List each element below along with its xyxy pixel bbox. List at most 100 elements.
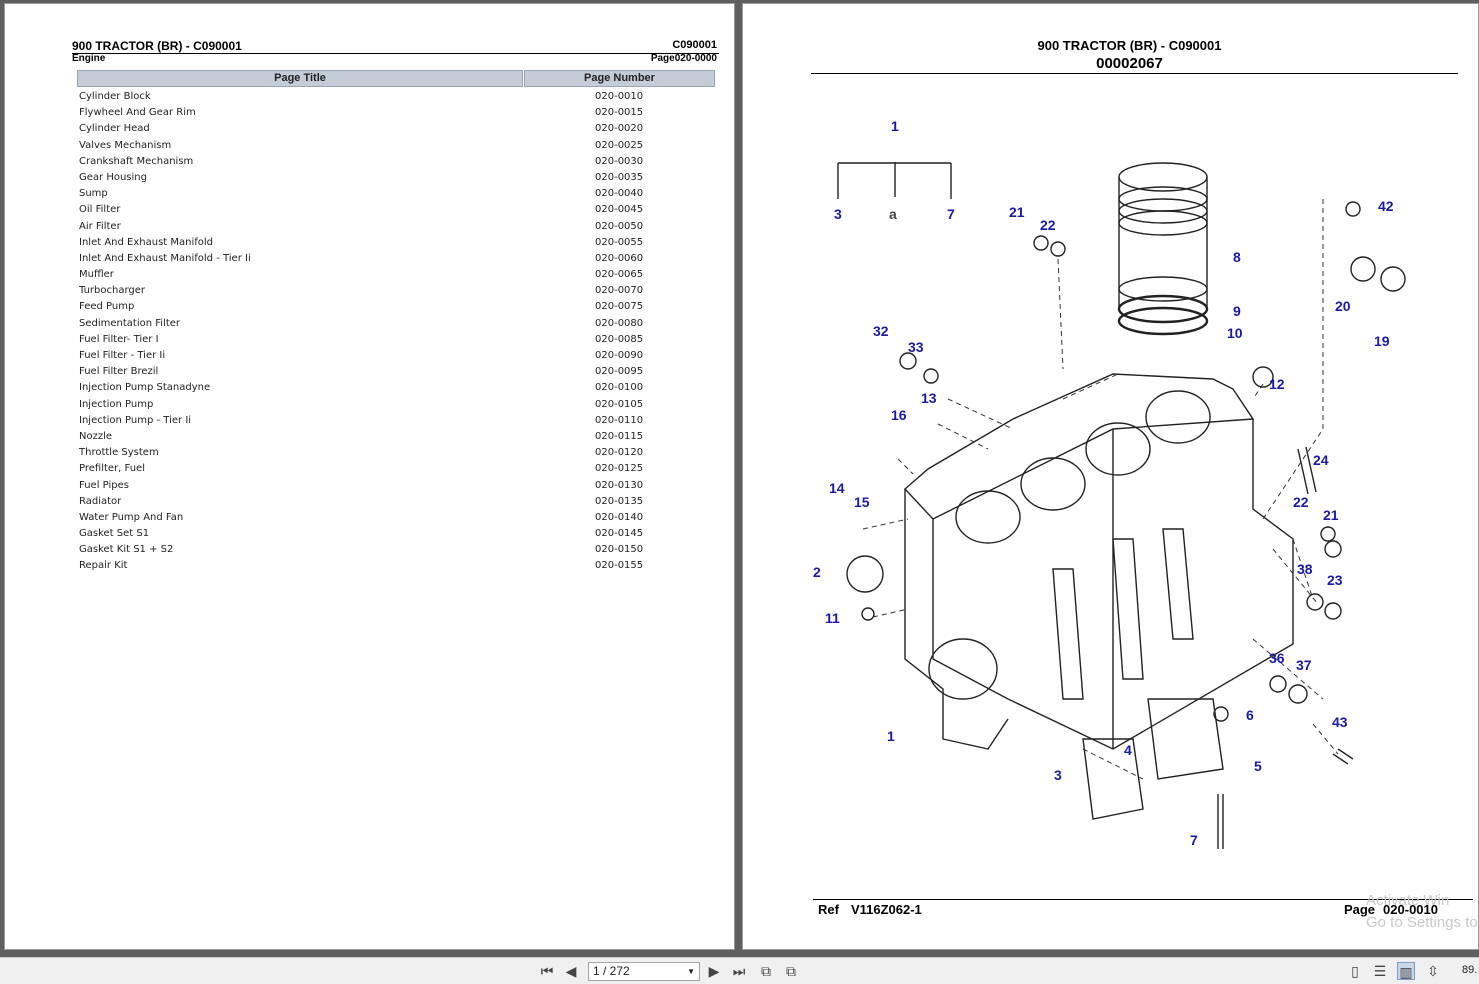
callout-8: 8 — [1233, 249, 1241, 265]
callout-13: 13 — [921, 390, 937, 406]
row-page-number: 020-0080 — [595, 317, 644, 329]
table-row[interactable]: Nozzle 020-0115 — [77, 430, 717, 446]
row-page-number: 020-0125 — [595, 463, 644, 475]
last-page-icon[interactable]: ⏭ — [730, 962, 748, 980]
continuous-icon[interactable]: ☰ — [1371, 962, 1389, 980]
row-page-number: 020-0065 — [595, 269, 644, 281]
callout-11: 11 — [825, 610, 840, 626]
row-page-number: 020-0135 — [595, 495, 644, 507]
watermark-line-1: Activate Win — [1366, 892, 1450, 909]
table-row[interactable]: Inlet And Exhaust Manifold - Tier Ii 020-… — [77, 252, 717, 268]
chevron-down-icon[interactable]: ▼ — [687, 963, 695, 980]
diagram-page: 900 TRACTOR (BR) - C090001 00002067 1 3 … — [742, 3, 1479, 950]
row-page-number: 020-0055 — [595, 236, 644, 248]
callout-5: 5 — [1254, 758, 1262, 774]
table-row[interactable]: Gear Housing 020-0035 — [77, 171, 717, 187]
table-row[interactable]: Cylinder Block 020-0010 — [77, 90, 717, 106]
table-row[interactable]: Throttle System 020-0120 — [77, 446, 717, 462]
table-row[interactable]: Radiator 020-0135 — [77, 495, 717, 511]
table-row[interactable]: Air Filter 020-0050 — [77, 220, 717, 236]
row-page-number: 020-0100 — [595, 382, 644, 394]
row-title: Fuel Filter Brezil — [79, 366, 159, 378]
callout-7-top: 7 — [947, 206, 955, 222]
row-title: Injection Pump — [79, 398, 154, 410]
row-page-number: 020-0060 — [595, 252, 644, 264]
table-row[interactable]: Sump 020-0040 — [77, 187, 717, 203]
row-page-number: 020-0020 — [595, 123, 644, 135]
table-row[interactable]: Valves Mechanism 020-0025 — [77, 139, 717, 155]
row-page-number: 020-0120 — [595, 447, 644, 459]
table-row[interactable]: Gasket Kit S1 + S2 020-0150 — [77, 543, 717, 559]
callout-21-top: 21 — [1009, 204, 1025, 220]
row-page-number: 020-0010 — [595, 91, 644, 102]
row-title: Flywheel And Gear Rim — [79, 107, 196, 119]
table-row[interactable]: Fuel Filter Brezil 020-0095 — [77, 365, 717, 381]
table-row[interactable]: Flywheel And Gear Rim 020-0015 — [77, 106, 717, 122]
prev-page-icon[interactable]: ◀ — [562, 962, 580, 980]
scroll-icon[interactable]: ⇳ — [1424, 962, 1442, 980]
column-header-number: Page Number — [524, 70, 715, 87]
table-row[interactable]: Oil Filter 020-0045 — [77, 203, 717, 219]
header-divider — [811, 73, 1458, 74]
table-row[interactable]: Water Pump And Fan 020-0140 — [77, 511, 717, 527]
column-header-title: Page Title — [77, 70, 523, 87]
callout-42: 42 — [1378, 198, 1394, 214]
row-title: Feed Pump — [79, 301, 135, 313]
table-row[interactable]: Injection Pump - Tier Ii 020-0110 — [77, 414, 717, 430]
copy-icon[interactable]: ⧉ — [757, 962, 775, 980]
table-row[interactable]: Fuel Pipes 020-0130 — [77, 479, 717, 495]
catalog-code: C090001 — [672, 39, 717, 51]
callout-20: 20 — [1335, 298, 1351, 314]
callout-23: 23 — [1327, 572, 1343, 588]
table-row[interactable]: Crankshaft Mechanism 020-0030 — [77, 155, 717, 171]
table-row[interactable]: Turbocharger 020-0070 — [77, 284, 717, 300]
diagram-title: 900 TRACTOR (BR) - C090001 — [1037, 38, 1222, 53]
table-row[interactable]: Injection Pump 020-0105 — [77, 398, 717, 414]
row-title: Water Pump And Fan — [79, 511, 184, 523]
engine-block-drawing — [837, 162, 1406, 849]
table-row[interactable]: Muffler 020-0065 — [77, 268, 717, 284]
document-viewer: 900 TRACTOR (BR) - C090001 C090001 Engin… — [0, 0, 1479, 957]
page-title: 900 TRACTOR (BR) - C090001 — [72, 39, 242, 53]
table-row[interactable]: Repair Kit 020-0155 — [77, 559, 717, 575]
table-row[interactable]: Sedimentation Filter 020-0080 — [77, 317, 717, 333]
row-page-number: 020-0130 — [595, 479, 644, 491]
table-row[interactable]: Fuel Filter- Tier I 020-0085 — [77, 333, 717, 349]
row-title: Nozzle — [79, 430, 113, 442]
callout-22-top: 22 — [1040, 217, 1056, 233]
row-page-number: 020-0085 — [595, 333, 644, 345]
callout-21-right: 21 — [1323, 507, 1339, 523]
row-page-number: 020-0030 — [595, 155, 644, 167]
zoom-level[interactable]: 89. — [1462, 964, 1477, 976]
callout-9: 9 — [1233, 303, 1241, 319]
first-page-icon[interactable]: ⏮ — [538, 962, 556, 980]
row-title: Muffler — [79, 269, 114, 281]
row-page-number: 020-0025 — [595, 139, 644, 151]
row-page-number: 020-0110 — [595, 414, 644, 426]
parts-illustration: 1 3 a 7 21 22 8 9 10 42 20 19 32 33 13 1… — [813, 118, 1406, 849]
callout-10: 10 — [1227, 325, 1243, 341]
page-number-input[interactable]: 1 / 272 ▼ — [588, 962, 700, 981]
table-row[interactable]: Injection Pump Stanadyne 020-0100 — [77, 381, 717, 397]
row-page-number: 020-0140 — [595, 511, 644, 523]
table-row[interactable]: Feed Pump 020-0075 — [77, 300, 717, 316]
two-page-icon[interactable]: ▥ — [1397, 962, 1415, 980]
next-page-icon[interactable]: ▶ — [705, 962, 723, 980]
callout-7-bottom: 7 — [1190, 832, 1198, 848]
row-title: Cylinder Block — [79, 91, 151, 102]
table-row[interactable]: Cylinder Head 020-0020 — [77, 122, 717, 138]
paste-icon[interactable]: ⧉ — [782, 962, 800, 980]
callout-33: 33 — [908, 339, 924, 355]
row-page-number: 020-0040 — [595, 188, 644, 200]
table-row[interactable]: Fuel Filter - Tier Ii 020-0090 — [77, 349, 717, 365]
row-title: Repair Kit — [79, 560, 128, 572]
callout-2: 2 — [813, 564, 821, 580]
table-row[interactable]: Gasket Set S1 020-0145 — [77, 527, 717, 543]
table-row[interactable]: Prefilter, Fuel 020-0125 — [77, 462, 717, 478]
table-row[interactable]: Inlet And Exhaust Manifold 020-0055 — [77, 236, 717, 252]
page-reference: Page020-0000 — [650, 53, 717, 64]
ref-label: Ref — [818, 902, 839, 917]
row-page-number: 020-0115 — [595, 430, 644, 442]
row-title: Sump — [79, 188, 108, 200]
single-page-icon[interactable]: ▯ — [1346, 962, 1364, 980]
